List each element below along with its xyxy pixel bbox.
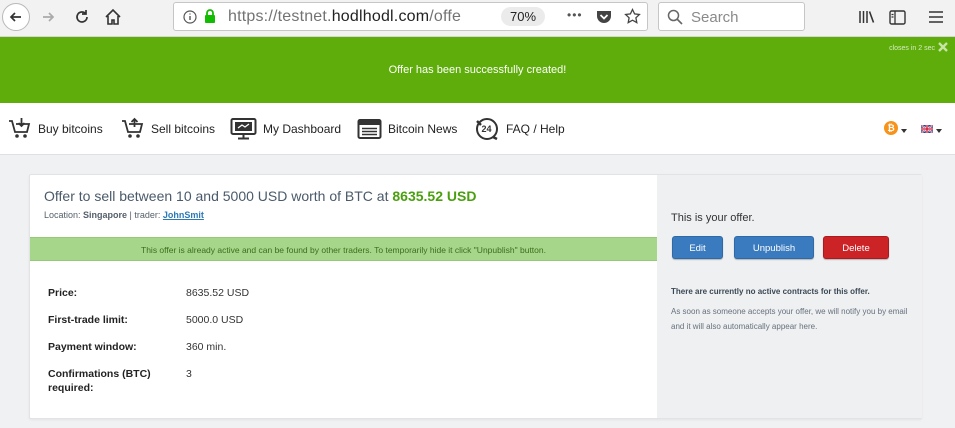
- sidebar-toggle-button[interactable]: [885, 5, 909, 29]
- detail-label: Price:: [48, 287, 78, 299]
- nav-label: Buy bitcoins: [38, 122, 103, 136]
- detail-label: Confirmations (BTC): [48, 368, 151, 380]
- detail-value: 8635.52 USD: [186, 287, 250, 299]
- hamburger-icon: [929, 11, 943, 23]
- cart-upload-icon: [122, 117, 144, 138]
- cart-download-icon: [9, 118, 31, 138]
- chevron-down-icon[interactable]: [936, 129, 942, 133]
- nav-label: FAQ / Help: [506, 122, 565, 136]
- trader-link[interactable]: JohnSmit: [163, 210, 204, 220]
- offer-location: Singapore: [83, 210, 128, 220]
- url-bar[interactable]: https://testnet.hodlhodl.com/offe 70% ••…: [173, 2, 648, 31]
- offer-meta: Location: Singapore | trader: JohnSmit: [44, 210, 204, 220]
- sidebar-icon: [888, 9, 906, 25]
- notification-info-text: As soon as someone accepts your offer, w…: [671, 307, 908, 331]
- auto-close-countdown: closes in 2 sec: [889, 45, 935, 52]
- detail-value: 360 min.: [186, 341, 227, 353]
- detail-label-continued: required:: [48, 382, 94, 394]
- offer-title: Offer to sell between 10 and 5000 USD wo…: [44, 188, 477, 204]
- nav-buy-bitcoins[interactable]: Buy bitcoins: [8, 115, 103, 143]
- reload-icon: [76, 10, 88, 23]
- delete-button[interactable]: Delete: [823, 236, 889, 259]
- search-icon: [667, 9, 683, 25]
- notification-message: Offer has been successfully created!: [388, 64, 567, 76]
- uk-flag-icon[interactable]: [921, 125, 933, 133]
- pocket-icon[interactable]: [596, 9, 612, 24]
- active-notice: This offer is already active and can be …: [30, 237, 657, 261]
- your-offer-label: This is your offer.: [671, 212, 755, 224]
- nav-faq-help[interactable]: 24 FAQ / Help: [474, 115, 565, 143]
- site-navigation: Buy bitcoins Sell bitcoins My Dashboard …: [0, 103, 955, 155]
- page-actions-icon[interactable]: •••: [567, 8, 583, 22]
- nav-bitcoin-news[interactable]: Bitcoin News: [357, 115, 457, 143]
- detail-value: 3: [186, 368, 192, 380]
- nav-label: My Dashboard: [263, 122, 342, 136]
- menu-button[interactable]: [924, 5, 948, 29]
- unpublish-button[interactable]: Unpublish: [734, 236, 814, 259]
- detail-label: Payment window:: [48, 341, 137, 353]
- edit-button[interactable]: Edit: [672, 236, 723, 259]
- monitor-icon: [230, 118, 257, 140]
- search-bar[interactable]: Search: [658, 2, 805, 31]
- zoom-indicator[interactable]: 70%: [501, 7, 545, 26]
- newspaper-icon: [357, 119, 382, 139]
- offer-price: 8635.52 USD: [392, 188, 477, 204]
- arrow-right-icon: [43, 12, 55, 22]
- nav-sell-bitcoins[interactable]: Sell bitcoins: [121, 115, 215, 143]
- chevron-down-icon[interactable]: [901, 129, 907, 133]
- no-contracts-text: There are currently no active contracts …: [671, 287, 870, 296]
- success-notification: closes in 2 sec Offer has been successfu…: [0, 37, 955, 103]
- nav-my-dashboard[interactable]: My Dashboard: [230, 115, 341, 143]
- library-icon: [859, 11, 875, 23]
- search-placeholder: Search: [691, 9, 739, 26]
- nav-label: Bitcoin News: [388, 122, 458, 136]
- browser-toolbar: https://testnet.hodlhodl.com/offe 70% ••…: [0, 0, 955, 37]
- detail-label: First-trade limit:: [48, 314, 128, 326]
- offer-owner-panel: This is your offer. Edit Unpublish Delet…: [657, 175, 922, 418]
- nav-label: Sell bitcoins: [151, 122, 216, 136]
- lock-icon: [205, 9, 215, 23]
- back-button[interactable]: [2, 3, 30, 31]
- bookmark-star-icon[interactable]: [624, 8, 641, 25]
- svg-text:24: 24: [482, 124, 492, 134]
- currency-selector[interactable]: ₿: [884, 121, 898, 135]
- home-button[interactable]: [99, 3, 127, 31]
- reload-button[interactable]: [68, 3, 96, 31]
- url-text: https://testnet.hodlhodl.com/offe: [228, 8, 462, 25]
- forward-button[interactable]: [34, 3, 62, 31]
- detail-value: 5000.0 USD: [186, 314, 244, 326]
- library-button[interactable]: [855, 5, 879, 29]
- info-icon: [183, 10, 197, 24]
- home-icon: [105, 8, 121, 25]
- offer-card: Offer to sell between 10 and 5000 USD wo…: [29, 174, 922, 419]
- support-24-icon: 24: [476, 118, 498, 141]
- close-icon[interactable]: [937, 41, 949, 53]
- arrow-left-icon: [9, 12, 21, 22]
